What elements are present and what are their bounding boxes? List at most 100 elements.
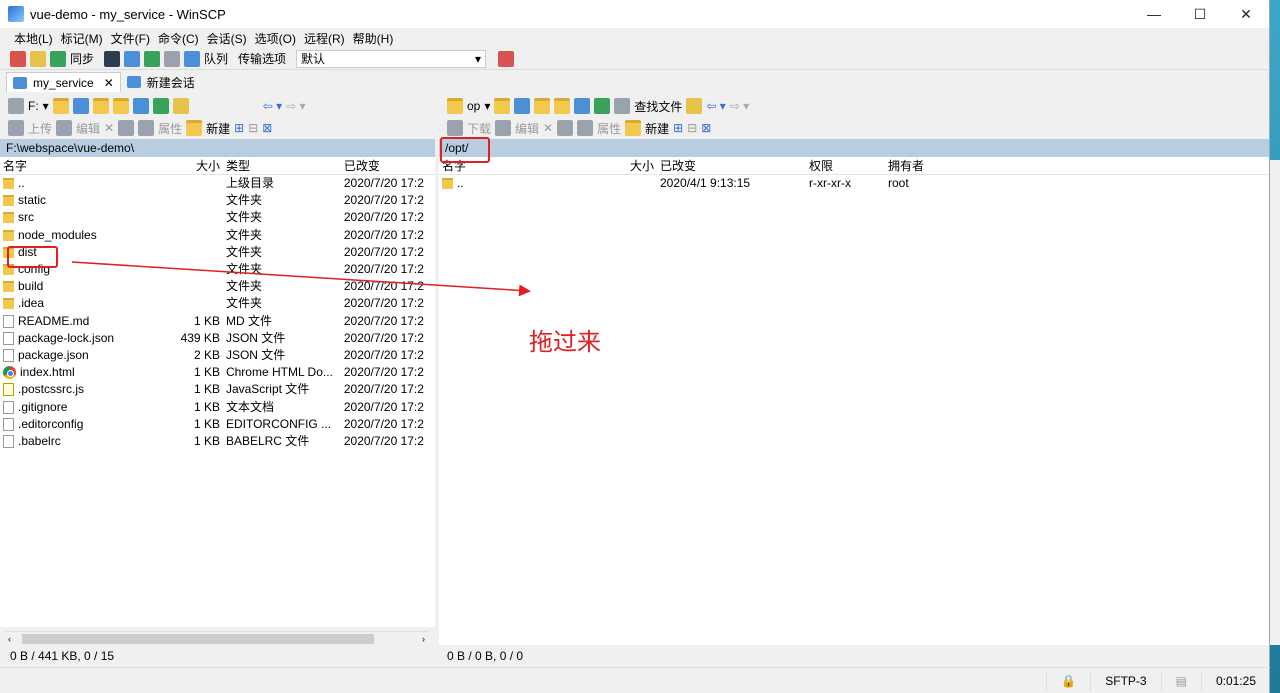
properties-button[interactable]: 属性 [158, 120, 182, 137]
back-arrow-icon[interactable]: ⇦ ▾ [263, 99, 282, 113]
edit-icon[interactable] [56, 120, 73, 136]
download-icon[interactable] [447, 120, 463, 136]
forward-arrow-icon[interactable]: ⇨ ▾ [730, 99, 749, 113]
remote-dir-select[interactable]: op [467, 99, 480, 113]
preferences-gear-icon[interactable] [164, 50, 181, 67]
find-files-icon[interactable] [614, 98, 631, 114]
parent-dir-icon[interactable] [534, 98, 551, 114]
menu-session[interactable]: 会话(S) [207, 30, 247, 47]
delete-icon[interactable]: ✕ [104, 121, 114, 135]
plus-icon[interactable]: ⊞ [673, 121, 683, 135]
compare-dirs-icon[interactable] [10, 50, 26, 67]
tab-close-icon[interactable]: ✕ [104, 76, 114, 90]
local-horizontal-scrollbar[interactable]: ‹ › [6, 631, 429, 645]
table-row[interactable]: package-lock.json 439 KB JSON 文件 2020/7/20 … [0, 330, 435, 347]
select-icon[interactable]: ⊠ [262, 121, 272, 135]
chevron-down-icon[interactable]: ▾ [43, 99, 49, 113]
rename-icon[interactable] [557, 120, 574, 136]
parent-dir-icon[interactable] [92, 98, 109, 114]
plus-icon[interactable]: ⊞ [234, 121, 244, 135]
menu-options[interactable]: 选项(O) [255, 30, 296, 47]
menu-file[interactable]: 文件(F) [111, 30, 150, 47]
filter-icon[interactable] [514, 98, 531, 114]
console-icon[interactable] [104, 50, 121, 67]
col-changed[interactable]: 已改变 [341, 157, 435, 174]
select-icon[interactable]: ⊠ [701, 121, 711, 135]
menu-help[interactable]: 帮助(H) [353, 30, 394, 47]
properties-button[interactable]: 属性 [597, 120, 621, 137]
bookmark-icon[interactable] [686, 98, 703, 114]
scroll-right-icon[interactable]: › [422, 634, 425, 644]
upload-button[interactable]: 上传 [28, 120, 52, 137]
synchronize-icon[interactable] [50, 50, 66, 67]
local-path-bar[interactable]: F:\webspace\vue-demo\ [0, 139, 435, 157]
queue-icon[interactable] [184, 50, 201, 67]
table-row[interactable]: .editorconfig 1 KB EDITORCONFIG ... 2020/7/… [0, 416, 435, 433]
home-icon[interactable] [574, 98, 591, 114]
bookmark-icon[interactable] [172, 98, 189, 114]
refresh-icon[interactable] [152, 98, 169, 114]
root-dir-icon[interactable] [554, 98, 571, 114]
putty-icon[interactable] [124, 50, 141, 67]
rename-icon[interactable] [118, 120, 135, 136]
filter-icon[interactable] [72, 98, 89, 114]
local-file-list[interactable]: .. 上级目录 2020/7/20 17:2 static 文件夹 2020/7/20 1… [0, 175, 435, 627]
forward-arrow-icon[interactable]: ⇨ ▾ [286, 99, 305, 113]
keep-up-to-date-icon[interactable] [30, 50, 46, 67]
col-size[interactable]: 大小 [589, 157, 657, 174]
table-row[interactable]: index.html 1 KB Chrome HTML Do... 2020/7/20… [0, 364, 435, 381]
table-row[interactable]: build 文件夹 2020/7/20 17:2 [0, 278, 435, 295]
remote-file-list[interactable]: .. 2020/4/1 9:13:15 r-xr-xr-x root [439, 175, 1269, 645]
table-row[interactable]: .. 2020/4/1 9:13:15 r-xr-xr-x root [439, 175, 1269, 192]
col-rights[interactable]: 权限 [806, 157, 885, 174]
open-folder-icon[interactable] [494, 98, 511, 114]
scroll-left-icon[interactable]: ‹ [8, 634, 11, 644]
queue-button[interactable]: 队列 [204, 50, 228, 67]
edit-button[interactable]: 编辑 [76, 120, 100, 137]
table-row[interactable]: package.json 2 KB JSON 文件 2020/7/20 17:2 [0, 347, 435, 364]
maximize-button[interactable]: ☐ [1177, 0, 1223, 28]
table-row[interactable]: dist 文件夹 2020/7/20 17:2 [0, 244, 435, 261]
table-row[interactable]: node_modules 文件夹 2020/7/20 17:2 [0, 227, 435, 244]
table-row[interactable]: .postcssrc.js 1 KB JavaScript 文件 2020/7/20 … [0, 381, 435, 398]
menu-command[interactable]: 命令(C) [158, 30, 199, 47]
tab-new-session[interactable]: 新建会话 [121, 72, 201, 92]
close-button[interactable]: ✕ [1223, 0, 1269, 28]
table-row[interactable]: README.md 1 KB MD 文件 2020/7/20 17:2 [0, 313, 435, 330]
table-row[interactable]: .idea 文件夹 2020/7/20 17:2 [0, 295, 435, 312]
new-button[interactable]: 新建 [206, 120, 230, 137]
menu-mark[interactable]: 标记(M) [61, 30, 103, 47]
root-dir-icon[interactable] [112, 98, 129, 114]
new-folder-icon[interactable] [186, 120, 203, 136]
session-icon[interactable] [144, 50, 161, 67]
minimize-button[interactable]: — [1131, 0, 1177, 28]
refresh-icon[interactable] [594, 98, 611, 114]
col-changed[interactable]: 已改变 [657, 157, 806, 174]
new-button[interactable]: 新建 [645, 120, 669, 137]
chevron-down-icon[interactable]: ▾ [484, 99, 490, 113]
properties-icon[interactable] [138, 120, 155, 136]
new-folder-icon[interactable] [625, 120, 642, 136]
sync-button[interactable]: 同步 [70, 50, 94, 67]
download-button[interactable]: 下载 [467, 120, 491, 137]
local-drive-select[interactable]: F: [28, 99, 39, 113]
table-row[interactable]: src 文件夹 2020/7/20 17:2 [0, 209, 435, 226]
table-row[interactable]: config 文件夹 2020/7/20 17:2 [0, 261, 435, 278]
transfer-settings-select[interactable]: 默认 ▾ [296, 49, 487, 68]
table-row[interactable]: static 文件夹 2020/7/20 17:2 [0, 192, 435, 209]
col-owner[interactable]: 拥有者 [885, 157, 945, 174]
table-row[interactable]: .babelrc 1 KB BABELRC 文件 2020/7/20 17:2 [0, 433, 435, 450]
find-files-button[interactable]: 查找文件 [634, 98, 682, 115]
minus-icon[interactable]: ⊟ [248, 121, 258, 135]
back-arrow-icon[interactable]: ⇦ ▾ [706, 99, 725, 113]
properties-icon[interactable] [577, 120, 594, 136]
col-type[interactable]: 类型 [223, 157, 341, 174]
menu-local[interactable]: 本地(L) [14, 30, 53, 47]
remote-path-bar[interactable]: /opt/ [439, 139, 1269, 157]
home-icon[interactable] [132, 98, 149, 114]
open-folder-icon[interactable] [52, 98, 69, 114]
globe-connect-icon[interactable] [498, 50, 515, 67]
col-name[interactable]: 名字 [0, 157, 154, 174]
scrollbar-thumb[interactable] [22, 634, 374, 644]
table-row[interactable]: .gitignore 1 KB 文本文档 2020/7/20 17:2 [0, 398, 435, 415]
